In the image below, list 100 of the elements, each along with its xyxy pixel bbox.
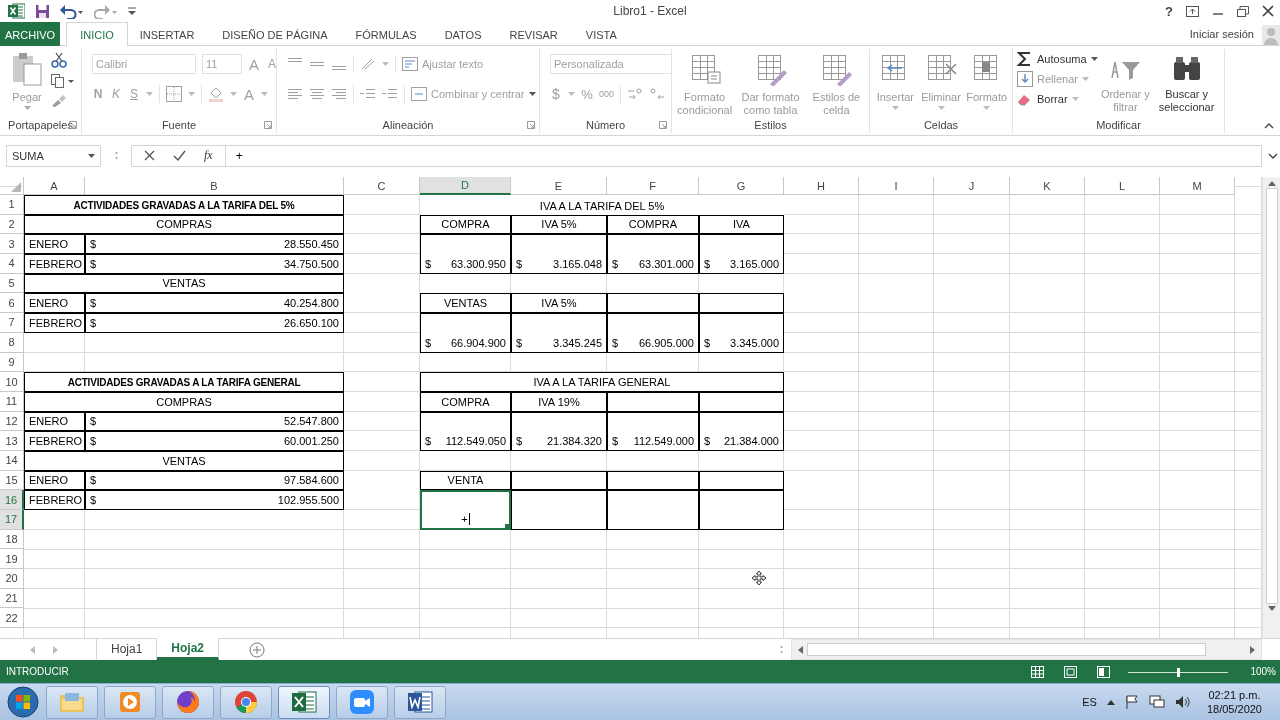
table-cell[interactable]: $ 3.165.000 [699,234,784,274]
help-button[interactable]: ? [1165,3,1173,19]
dialog-launcher-icon[interactable] [659,121,667,129]
table-cell[interactable]: $ 60.001.250 [85,431,344,451]
column-header[interactable]: M [1160,177,1235,195]
taskbar-button[interactable] [278,685,330,719]
row-header[interactable]: 1 [0,195,24,215]
table-cell[interactable]: $ 102.955.500 [85,490,344,510]
scissors-icon[interactable] [51,52,67,68]
restore-icon[interactable] [1237,5,1249,17]
row-header[interactable]: 6 [0,293,24,314]
scroll-left-icon[interactable] [798,645,804,654]
column-header[interactable]: J [934,177,1010,195]
align-center-icon[interactable] [309,87,325,101]
table-cell[interactable] [607,391,699,412]
ribbon-tab[interactable]: FÓRMULAS [341,22,431,46]
table-cell[interactable]: $ 26.650.100 [85,313,344,333]
column-header[interactable]: H [784,177,859,195]
table-cell[interactable]: VENTAS [24,450,344,471]
taskbar-button[interactable] [162,685,214,719]
table-cell[interactable]: IVA A LA TARIFA GENERAL [420,372,784,392]
row-header[interactable]: 18 [0,529,24,550]
table-cell[interactable]: $ 3.345.245 [511,313,607,353]
row-header[interactable]: 5 [0,273,24,294]
table-cell[interactable]: VENTAS [24,273,344,294]
orientation-icon[interactable] [360,57,376,71]
scroll-right-icon[interactable] [1250,645,1255,654]
table-cell[interactable]: $ 40.254.800 [85,293,344,314]
scroll-down-icon[interactable] [1267,606,1276,611]
row-header[interactable]: 11 [0,391,24,412]
table-cell[interactable] [511,490,607,530]
paintbrush-icon[interactable] [51,94,67,108]
table-cell[interactable]: FEBRERO [24,254,85,274]
row-header[interactable]: 17 [0,510,24,530]
table-cell[interactable]: $ 21.384.320 [511,411,607,451]
splitter-icon[interactable] [114,150,118,161]
find-select-button[interactable]: Buscar y seleccionar [1153,49,1220,114]
table-cell[interactable]: FEBRERO [24,431,85,451]
scrollbar-thumb[interactable] [807,643,1206,656]
table-cell[interactable]: IVA [699,214,784,235]
table-cell[interactable]: $ 21.384.000 [699,411,784,451]
formula-field[interactable]: + [224,144,1262,167]
table-cell[interactable]: ENERO [24,293,85,314]
table-cell[interactable]: IVA 19% [511,391,607,412]
row-header[interactable]: 7 [0,313,24,333]
ribbon-tab[interactable]: VISTA [571,22,631,46]
dialog-launcher-icon[interactable] [264,121,272,129]
table-cell[interactable] [607,293,699,314]
table-cell[interactable]: VENTA [420,470,511,491]
table-cell[interactable]: $ 66.905.000 [607,313,699,353]
normal-view-icon[interactable] [1031,665,1045,678]
row-header[interactable]: 16 [0,490,24,510]
table-cell[interactable]: IVA A LA TARIFA DEL 5% [420,195,784,215]
dialog-launcher-icon[interactable] [527,121,535,129]
row-header[interactable]: 10 [0,372,24,392]
table-cell[interactable] [607,490,699,530]
table-cell[interactable]: $ 3.165.048 [511,234,607,274]
speaker-icon[interactable] [1174,695,1191,709]
ribbon-tab[interactable]: DATOS [430,22,496,46]
table-cell[interactable]: COMPRA [420,391,511,412]
column-header[interactable]: E [511,177,607,195]
table-cell[interactable]: $ 63.301.000 [607,234,699,274]
borders-icon[interactable] [166,86,182,102]
column-header[interactable]: F [607,177,699,195]
table-cell[interactable]: IVA 5% [511,214,607,235]
table-cell[interactable] [699,490,784,530]
customize-icon[interactable] [128,6,136,16]
ribbon-tab[interactable]: REVISAR [495,22,572,46]
autosum-button[interactable]: Autosuma [1017,51,1098,67]
row-header[interactable]: 15 [0,470,24,491]
row-header[interactable]: 14 [0,450,24,471]
table-cell[interactable]: FEBRERO [24,490,85,510]
column-header[interactable]: A [24,177,85,195]
check-icon[interactable] [173,150,186,161]
row-header[interactable]: 13 [0,431,24,451]
column-header[interactable]: C [344,177,420,195]
zoom-thumb[interactable] [1177,667,1181,677]
taskbar-button[interactable] [336,685,388,719]
page-break-icon[interactable] [1097,665,1111,678]
clock-time[interactable]: 02:21 p.m. [1208,688,1261,702]
zoom-slider[interactable] [1128,665,1229,678]
scrollbar-thumb[interactable] [1265,188,1278,604]
taskbar-button[interactable] [394,685,446,719]
table-cell[interactable]: IVA 5% [511,293,607,314]
row-header[interactable]: 2 [0,214,24,235]
table-cell[interactable]: COMPRA [607,214,699,235]
active-cell[interactable]: + [420,490,511,530]
sheet-tab[interactable]: Hoja2 [157,638,220,660]
row-header[interactable]: 20 [0,569,24,589]
row-header[interactable]: 19 [0,549,24,570]
column-header[interactable]: L [1085,177,1160,195]
table-cell[interactable]: $ 112.549.000 [607,411,699,451]
column-header[interactable]: G [699,177,784,195]
clear-button[interactable]: Borrar [1017,91,1079,107]
splitter-icon[interactable] [780,644,784,655]
collapse-ribbon-icon[interactable] [1264,123,1274,129]
table-cell[interactable]: $ 112.549.050 [420,411,511,451]
table-cell[interactable]: ENERO [24,411,85,432]
table-cell[interactable]: $ 52.547.800 [85,411,344,432]
table-cell[interactable]: COMPRAS [24,214,344,235]
